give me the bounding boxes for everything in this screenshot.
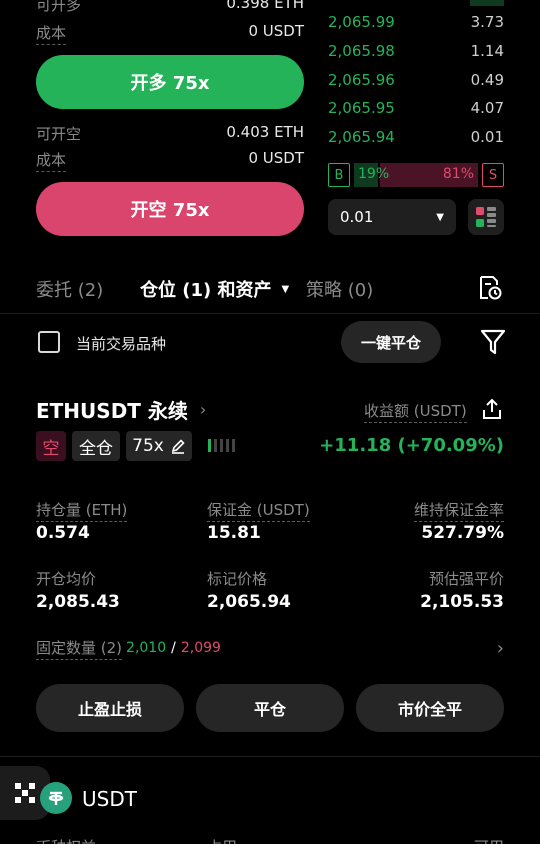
cost-value: 0 USDT bbox=[248, 22, 304, 40]
tpsl-row[interactable]: 固定数量 (2) 2,010 / 2,099 › bbox=[36, 636, 504, 660]
pnl-value: +11.18 (+70.09%) bbox=[319, 435, 504, 456]
stat-value: 2,065.94 bbox=[207, 592, 291, 612]
stat-label: 保证金 (USDT) bbox=[207, 499, 310, 522]
long-available-value: 0.398 ETH bbox=[226, 0, 304, 12]
share-icon bbox=[483, 398, 501, 419]
short-available-row: 可开空 0.403 ETH bbox=[36, 123, 304, 144]
asset-col-equity: 币种权益 bbox=[36, 836, 96, 844]
tpsl-take-profit: 2,010 bbox=[126, 640, 167, 656]
orderbook-row[interactable]: 2,065.98 1.14 bbox=[328, 42, 504, 60]
stat-value: 527.79% bbox=[421, 523, 504, 543]
stat-value: 2,105.53 bbox=[420, 592, 504, 612]
orderbook-price: 2,065.94 bbox=[328, 128, 395, 146]
orderbook-price: 2,065.98 bbox=[328, 42, 395, 60]
margin-mode-tag[interactable]: 全仓 bbox=[72, 431, 120, 461]
short-available-label: 可开空 bbox=[36, 125, 82, 143]
cost-value: 0 USDT bbox=[248, 149, 304, 167]
chevron-right-icon: › bbox=[199, 400, 207, 419]
chevron-right-icon: › bbox=[496, 637, 504, 659]
current-symbol-checkbox[interactable] bbox=[38, 331, 60, 353]
tpsl-label: 固定数量 (2) bbox=[36, 637, 123, 660]
asset-currency: USDT bbox=[82, 787, 137, 811]
position-symbol: ETHUSDT 永续 bbox=[36, 399, 188, 423]
orderbook-qty: 3.73 bbox=[470, 13, 504, 31]
history-doc-icon bbox=[480, 276, 502, 300]
close-position-button[interactable]: 平仓 bbox=[196, 684, 344, 732]
orderbook-price: 2,065.95 bbox=[328, 99, 395, 117]
tab-positions-label: 仓位 (1) 和资产 bbox=[140, 280, 272, 301]
edit-pencil-icon bbox=[171, 439, 185, 454]
usdt-coin-icon bbox=[40, 782, 72, 814]
tab-orders[interactable]: 委托 (2) bbox=[36, 276, 103, 302]
caret-down-icon: ▼ bbox=[281, 283, 290, 295]
buy-sell-ratio-bar: B 19% 81% S bbox=[328, 163, 504, 187]
leverage-value: 75x bbox=[132, 436, 164, 456]
stat-label: 预估强平价 bbox=[428, 570, 504, 588]
orderbook-qty: 4.07 bbox=[470, 99, 504, 117]
stat-label: 标记价格 bbox=[207, 570, 268, 588]
long-cost-row: 成本 0 USDT bbox=[36, 22, 304, 45]
orderbook-qty: 0.49 bbox=[470, 71, 504, 89]
caret-down-icon: ▼ bbox=[436, 211, 444, 223]
orderbook-qty: 0.01 bbox=[470, 128, 504, 146]
divider bbox=[0, 313, 540, 314]
share-button[interactable] bbox=[481, 398, 503, 420]
pnl-label: 收益额 (USDT) bbox=[364, 400, 467, 423]
orderbook-row[interactable]: 2,065.94 0.01 bbox=[328, 128, 504, 146]
depth-bar bbox=[470, 0, 504, 6]
orderbook-layout-icon bbox=[476, 207, 496, 227]
open-short-button[interactable]: 开空 75x bbox=[36, 182, 304, 236]
tab-positions[interactable]: 仓位 (1) 和资产 ▼ bbox=[140, 276, 289, 302]
market-close-all-button[interactable]: 市价全平 bbox=[356, 684, 504, 732]
adl-indicator-icon bbox=[208, 439, 235, 452]
short-available-value: 0.403 ETH bbox=[226, 123, 304, 141]
stat-label: 开仓均价 bbox=[36, 570, 97, 588]
orderbook-qty: 1.14 bbox=[470, 42, 504, 60]
close-all-button[interactable]: 一键平仓 bbox=[341, 321, 441, 363]
history-button[interactable] bbox=[476, 274, 504, 302]
side-tag: 空 bbox=[36, 431, 66, 461]
sell-percent: 81% bbox=[442, 166, 474, 182]
precision-value: 0.01 bbox=[340, 208, 374, 226]
tab-strategies[interactable]: 策略 (0) bbox=[306, 276, 373, 302]
tpsl-separator: / bbox=[171, 640, 176, 656]
cost-label: 成本 bbox=[36, 149, 67, 172]
buy-percent: 19% bbox=[358, 166, 390, 182]
short-cost-row: 成本 0 USDT bbox=[36, 149, 304, 172]
open-long-button[interactable]: 开多 75x bbox=[36, 55, 304, 109]
orderbook-row[interactable]: 2,065.96 0.49 bbox=[328, 71, 504, 89]
orderbook-price: 2,065.99 bbox=[328, 13, 395, 31]
sell-tag: S bbox=[482, 163, 504, 187]
asset-col-used: 占用 bbox=[207, 836, 237, 844]
stat-label: 维持保证金率 bbox=[413, 499, 504, 522]
divider bbox=[0, 756, 540, 757]
asset-col-available: 可用 bbox=[474, 836, 504, 844]
filter-icon bbox=[480, 329, 506, 355]
long-available-label: 可开多 bbox=[36, 0, 82, 14]
orderbook-row[interactable]: 2,065.95 4.07 bbox=[328, 99, 504, 117]
long-available-row: 可开多 0.398 ETH bbox=[36, 0, 304, 15]
stat-value: 15.81 bbox=[207, 523, 261, 543]
current-symbol-label: 当前交易品种 bbox=[76, 335, 167, 353]
cost-label: 成本 bbox=[36, 22, 67, 45]
position-symbol-link[interactable]: ETHUSDT 永续 › bbox=[36, 395, 206, 424]
orderbook-layout-button[interactable] bbox=[468, 199, 504, 235]
leverage-tag[interactable]: 75x bbox=[126, 431, 192, 461]
filter-button[interactable] bbox=[480, 328, 506, 356]
orderbook-price: 2,065.96 bbox=[328, 71, 395, 89]
stat-label: 持仓量 (ETH) bbox=[36, 499, 128, 522]
buy-tag: B bbox=[328, 163, 350, 187]
precision-select[interactable]: 0.01 ▼ bbox=[328, 199, 456, 235]
orderbook-row[interactable]: 2,065.99 3.73 bbox=[328, 13, 504, 31]
collapse-arrows-icon bbox=[15, 783, 35, 803]
tp-sl-button[interactable]: 止盈止损 bbox=[36, 684, 184, 732]
stat-value: 0.574 bbox=[36, 523, 90, 543]
tpsl-stop-loss: 2,099 bbox=[180, 640, 221, 656]
stat-value: 2,085.43 bbox=[36, 592, 120, 612]
